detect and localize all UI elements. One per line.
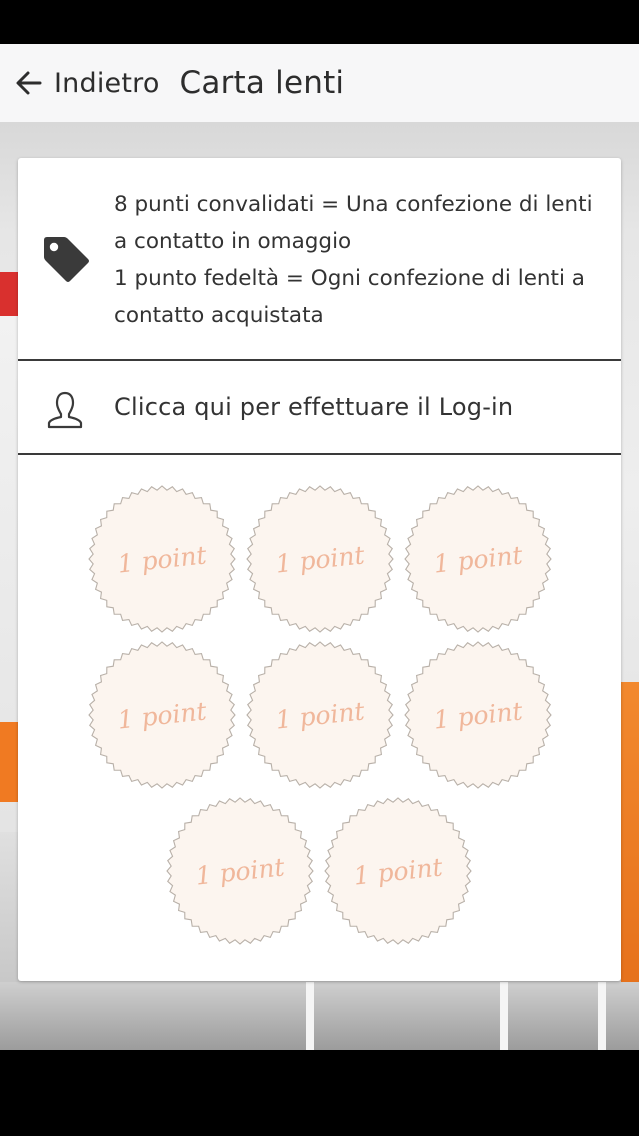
- login-button[interactable]: Clicca qui per effettuare il Log-in: [18, 361, 621, 455]
- stamp-label: 1 point: [432, 695, 524, 735]
- point-stamp: 1 point: [403, 484, 553, 634]
- login-label: Clicca qui per effettuare il Log-in: [114, 393, 514, 421]
- point-stamp: 1 point: [245, 640, 395, 790]
- point-stamp: 1 point: [245, 484, 395, 634]
- arrow-left-icon: [16, 71, 42, 95]
- stamp-label: 1 point: [116, 539, 208, 579]
- point-stamp: 1 point: [323, 796, 473, 946]
- info-text: 8 punti convalidati = Una confezione di …: [114, 186, 604, 334]
- stamp-label: 1 point: [194, 851, 286, 891]
- navigation-bar: [0, 1050, 639, 1136]
- user-icon: [47, 391, 83, 429]
- point-stamp: 1 point: [403, 640, 553, 790]
- info-line-reward: 8 punti convalidati = Una confezione di …: [114, 192, 593, 254]
- point-stamp: 1 point: [165, 796, 315, 946]
- info-section: 8 punti convalidati = Una confezione di …: [18, 158, 621, 361]
- point-stamp: 1 point: [87, 640, 237, 790]
- stamp-label: 1 point: [274, 695, 366, 735]
- status-bar: [0, 0, 639, 44]
- loyalty-card: 8 punti convalidati = Una confezione di …: [18, 158, 621, 981]
- tag-icon: [44, 237, 89, 282]
- app-bar: Indietro Carta lenti: [0, 44, 639, 122]
- info-line-point: 1 punto fedeltà = Ogni confezione di len…: [114, 266, 585, 328]
- stamp-label: 1 point: [116, 695, 208, 735]
- point-stamp: 1 point: [87, 484, 237, 634]
- back-button[interactable]: Indietro: [0, 44, 160, 122]
- stamp-label: 1 point: [432, 539, 524, 579]
- stamp-label: 1 point: [352, 851, 444, 891]
- back-label: Indietro: [54, 67, 160, 99]
- stamp-label: 1 point: [274, 539, 366, 579]
- page-title: Carta lenti: [179, 65, 345, 101]
